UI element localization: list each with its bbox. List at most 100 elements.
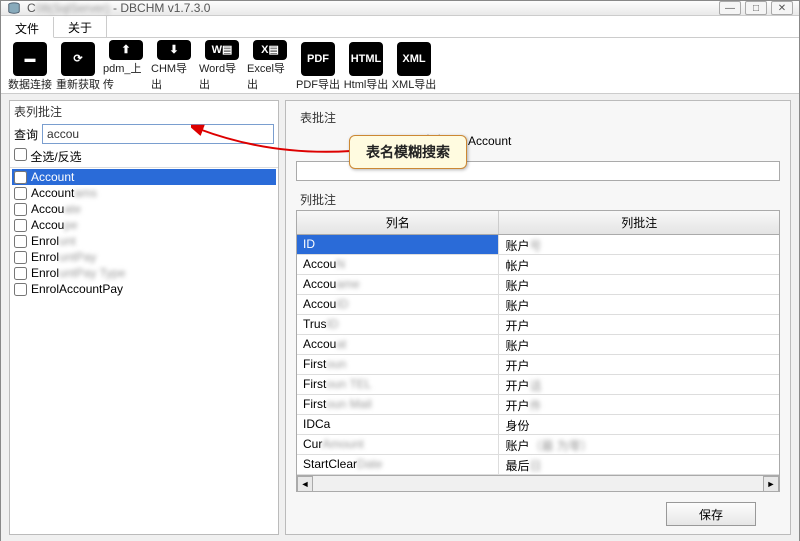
list-item-checkbox[interactable] (14, 187, 27, 200)
list-item[interactable]: EnroluntPay (12, 249, 276, 265)
cell-colname[interactable]: IDCa (297, 415, 499, 434)
col-note-section: 列批注 (296, 189, 780, 210)
table-row[interactable]: ID账户号 (297, 235, 779, 255)
list-item[interactable]: Accoupe (12, 217, 276, 233)
cell-colname[interactable]: Accouame (297, 275, 499, 294)
table-row[interactable]: Firstoun开户 (297, 355, 779, 375)
cell-colnote[interactable]: 开户 (499, 315, 779, 334)
table-row[interactable]: Firstoun TEL开户话 (297, 375, 779, 395)
list-item-checkbox[interactable] (14, 283, 27, 296)
cell-colnote[interactable]: 开户件 (499, 395, 779, 414)
toolbar-html-button[interactable]: HTMLHtml导出 (343, 40, 389, 92)
cell-text: 开户 (505, 319, 529, 333)
maximize-button[interactable]: □ (745, 1, 767, 15)
table-row[interactable]: AccouN 帐户 (297, 255, 779, 275)
grid-hscroll[interactable]: ◄ ► (297, 475, 779, 491)
cell-text: StartClear (303, 457, 357, 471)
cell-text: IDCa (303, 417, 330, 431)
left-section-label: 表列批注 (10, 101, 278, 122)
toolbar-upload-button[interactable]: ⬆pdm_上传 (103, 40, 149, 92)
scroll-track[interactable] (313, 476, 763, 492)
list-item[interactable]: Account (12, 169, 276, 185)
cell-colname[interactable]: Accouat (297, 335, 499, 354)
list-item[interactable]: Accountams (12, 185, 276, 201)
toolbar-refresh-button[interactable]: ⟳重新获取 (55, 40, 101, 92)
grid-header-colname[interactable]: 列名 (297, 211, 499, 234)
list-item-checkbox[interactable] (14, 219, 27, 232)
toolbar-label: CHM导出 (151, 60, 197, 92)
list-item-text: Accou (31, 202, 64, 216)
toolbar-db-button[interactable]: ▬数据连接 (7, 40, 53, 92)
table-row[interactable]: AccouID账户 (297, 295, 779, 315)
cell-text: 开户 (505, 379, 529, 393)
table-row[interactable]: Accouame账户 (297, 275, 779, 295)
toolbar-chm-button[interactable]: ⬇CHM导出 (151, 40, 197, 92)
selectall-label[interactable]: 全选/反选 (14, 150, 82, 164)
grid-body[interactable]: ID账户号AccouN帐户Accouame账户AccouID账户TrusID开户… (297, 235, 779, 475)
menu-about[interactable]: 关于 (54, 16, 107, 37)
cell-colnote[interactable]: 开户话 (499, 375, 779, 394)
cell-colname[interactable]: Firstoun (297, 355, 499, 374)
toolbar-xml-button[interactable]: XMLXML导出 (391, 40, 437, 92)
cell-colname[interactable]: AccouN (297, 255, 499, 274)
list-item-checkbox[interactable] (14, 203, 27, 216)
list-item-checkbox[interactable] (14, 251, 27, 264)
cell-colname[interactable]: ID (297, 235, 499, 254)
toolbar-label: 数据连接 (8, 76, 52, 92)
cell-colnote[interactable]: 账户（最 为零） (499, 435, 779, 454)
cell-colname[interactable]: Firstoun TEL (297, 375, 499, 394)
toolbar-excel-button[interactable]: X▤Excel导出 (247, 40, 293, 92)
cell-colnote[interactable]: 身份 (499, 415, 779, 434)
scroll-left-icon[interactable]: ◄ (297, 476, 313, 492)
table-row[interactable]: IDCa 身份 (297, 415, 779, 435)
list-item[interactable]: EnrolAccountPay (12, 281, 276, 297)
save-button[interactable]: 保存 (666, 502, 756, 526)
toolbar-pdf-button[interactable]: PDFPDF导出 (295, 40, 341, 92)
list-item[interactable]: EnroluntPay Type (12, 265, 276, 281)
cell-colname[interactable]: AccouID (297, 295, 499, 314)
cell-text-obscured: 话 (529, 379, 541, 393)
list-item-checkbox[interactable] (14, 171, 27, 184)
cell-text: 帐户 (505, 259, 529, 273)
cell-text-obscured: N (336, 257, 345, 271)
list-item-checkbox[interactable] (14, 235, 27, 248)
table-row[interactable]: StartClearDate最后日 (297, 455, 779, 475)
toolbar-word-button[interactable]: W▤Word导出 (199, 40, 245, 92)
cell-text-obscured: oun Mail (326, 397, 371, 411)
selectall-checkbox[interactable] (14, 148, 27, 161)
left-panel: 表列批注 查询 全选/反选 AccountAccountamsAccouateA… (9, 100, 279, 535)
cell-text-obscured: oun (326, 357, 346, 371)
close-button[interactable]: ✕ (771, 1, 793, 15)
table-row[interactable]: Firstoun Mail开户件 (297, 395, 779, 415)
list-item-checkbox[interactable] (14, 267, 27, 280)
pdf-icon: PDF (301, 42, 335, 76)
cell-colnote[interactable]: 帐户 (499, 255, 779, 274)
cell-colnote[interactable]: 账户 (499, 335, 779, 354)
cell-colnote[interactable]: 开户 (499, 355, 779, 374)
table-list[interactable]: AccountAccountamsAccouateAccoupeEnrolunt… (10, 168, 278, 534)
selectall-row: 全选/反选 (10, 146, 278, 168)
list-item[interactable]: Enrolunt (12, 233, 276, 249)
button-row: 保存 (296, 492, 780, 526)
cell-text: 账户 (505, 239, 529, 253)
table-row[interactable]: TrusID 开户 (297, 315, 779, 335)
search-input[interactable] (42, 124, 274, 144)
grid-header-colnote[interactable]: 列批注 (499, 211, 779, 234)
cell-colname[interactable]: TrusID (297, 315, 499, 334)
menu-file[interactable]: 文件 (1, 17, 54, 38)
cell-colnote[interactable]: 账户号 (499, 235, 779, 254)
table-row[interactable]: Accouat账户 (297, 335, 779, 355)
minimize-button[interactable]: — (719, 1, 741, 15)
list-item-text: Enrol (31, 250, 59, 264)
cell-colname[interactable]: CurAmount (297, 435, 499, 454)
cell-colname[interactable]: StartClearDate (297, 455, 499, 474)
cell-colnote[interactable]: 账户 (499, 295, 779, 314)
table-row[interactable]: CurAmount账户（最 为零） (297, 435, 779, 455)
scroll-right-icon[interactable]: ► (763, 476, 779, 492)
list-item[interactable]: Accouate (12, 201, 276, 217)
cell-colnote[interactable]: 最后日 (499, 455, 779, 474)
toolbar-label: PDF导出 (296, 76, 340, 92)
cell-colnote[interactable]: 账户 (499, 275, 779, 294)
cell-colname[interactable]: Firstoun Mail (297, 395, 499, 414)
app-icon (7, 1, 21, 15)
